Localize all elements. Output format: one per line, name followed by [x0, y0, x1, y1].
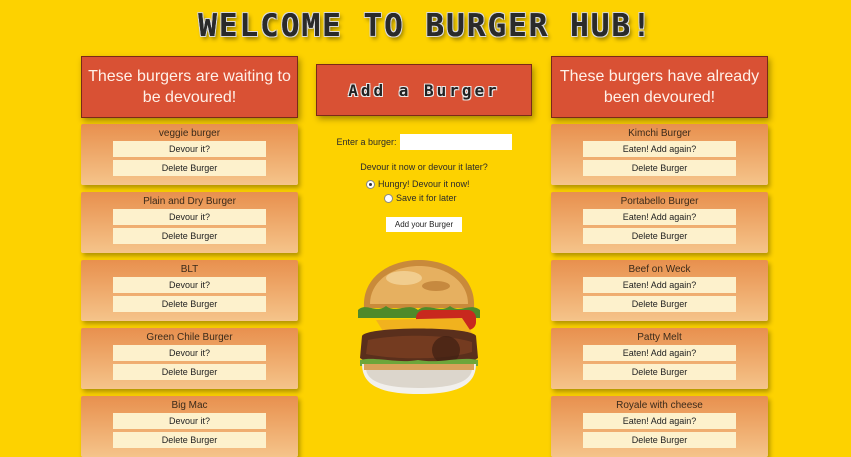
- delete-burger-button[interactable]: Delete Burger: [113, 228, 266, 244]
- burger-name: BLT: [180, 264, 199, 275]
- radio-checked-icon[interactable]: [366, 179, 375, 189]
- burger-input[interactable]: [399, 134, 512, 150]
- radio-devour-now-label: Hungry! Devour it now!: [378, 179, 470, 189]
- delete-burger-button[interactable]: Delete Burger: [113, 432, 266, 448]
- devoured-column: These burgers have already been devoured…: [551, 56, 768, 457]
- delete-burger-button[interactable]: Delete Burger: [583, 228, 736, 244]
- burger-input-label: Enter a burger:: [336, 137, 397, 147]
- burger-name: Royale with cheese: [616, 400, 703, 411]
- waiting-column: These burgers are waiting to be devoured…: [81, 56, 298, 457]
- add-again-button[interactable]: Eaten! Add again?: [583, 277, 736, 293]
- add-burger-button[interactable]: Add your Burger: [386, 217, 462, 232]
- burger-name: Plain and Dry Burger: [143, 196, 236, 207]
- devour-button[interactable]: Devour it?: [113, 345, 266, 361]
- add-burger-header: Add a Burger: [316, 64, 532, 116]
- burger-card: Green Chile Burger Devour it? Delete Bur…: [81, 328, 298, 389]
- radio-save-later-label: Save it for later: [396, 193, 457, 203]
- burger-name: Green Chile Burger: [146, 332, 233, 343]
- burger-card: Big Mac Devour it? Delete Burger: [81, 396, 298, 457]
- delete-burger-button[interactable]: Delete Burger: [113, 296, 266, 312]
- delete-burger-button[interactable]: Delete Burger: [113, 364, 266, 380]
- burger-card: BLT Devour it? Delete Burger: [81, 260, 298, 321]
- add-again-button[interactable]: Eaten! Add again?: [583, 413, 736, 429]
- burger-card: veggie burger Devour it? Delete Burger: [81, 124, 298, 185]
- add-burger-panel: Add a Burger: [316, 64, 532, 116]
- add-again-button[interactable]: Eaten! Add again?: [583, 141, 736, 157]
- add-again-button[interactable]: Eaten! Add again?: [583, 209, 736, 225]
- burger-name: Big Mac: [171, 400, 208, 411]
- devour-button[interactable]: Devour it?: [113, 277, 266, 293]
- burger-card: Beef on Weck Eaten! Add again? Delete Bu…: [551, 260, 768, 321]
- radio-unchecked-icon[interactable]: [384, 193, 393, 203]
- radio-save-later[interactable]: Save it for later: [366, 191, 532, 205]
- delete-burger-button[interactable]: Delete Burger: [583, 432, 736, 448]
- delete-burger-button[interactable]: Delete Burger: [583, 160, 736, 176]
- page-title: WELCOME TO BURGER HUB!: [198, 8, 653, 44]
- burger-image: [358, 260, 480, 394]
- devour-question: Devour it now or devour it later?: [360, 162, 488, 172]
- burger-name: Beef on Weck: [628, 264, 691, 275]
- devoured-header: These burgers have already been devoured…: [551, 56, 768, 118]
- delete-burger-button[interactable]: Delete Burger: [113, 160, 266, 176]
- burger-card: Royale with cheese Eaten! Add again? Del…: [551, 396, 768, 457]
- burger-name: Portabello Burger: [620, 196, 699, 207]
- add-burger-title: Add a Burger: [348, 80, 500, 100]
- burger-card: Patty Melt Eaten! Add again? Delete Burg…: [551, 328, 768, 389]
- burger-name: veggie burger: [158, 128, 221, 139]
- burger-card: Portabello Burger Eaten! Add again? Dele…: [551, 192, 768, 253]
- devour-button[interactable]: Devour it?: [113, 209, 266, 225]
- delete-burger-button[interactable]: Delete Burger: [583, 364, 736, 380]
- burger-card: Kimchi Burger Eaten! Add again? Delete B…: [551, 124, 768, 185]
- delete-burger-button[interactable]: Delete Burger: [583, 296, 736, 312]
- add-burger-form: Enter a burger: Devour it now or devour …: [316, 134, 532, 232]
- add-again-button[interactable]: Eaten! Add again?: [583, 345, 736, 361]
- devour-button[interactable]: Devour it?: [113, 413, 266, 429]
- burger-name: Patty Melt: [637, 332, 682, 343]
- burger-name: Kimchi Burger: [628, 128, 691, 139]
- waiting-header: These burgers are waiting to be devoured…: [81, 56, 298, 118]
- radio-devour-now[interactable]: Hungry! Devour it now!: [366, 177, 532, 191]
- devour-button[interactable]: Devour it?: [113, 141, 266, 157]
- burger-card: Plain and Dry Burger Devour it? Delete B…: [81, 192, 298, 253]
